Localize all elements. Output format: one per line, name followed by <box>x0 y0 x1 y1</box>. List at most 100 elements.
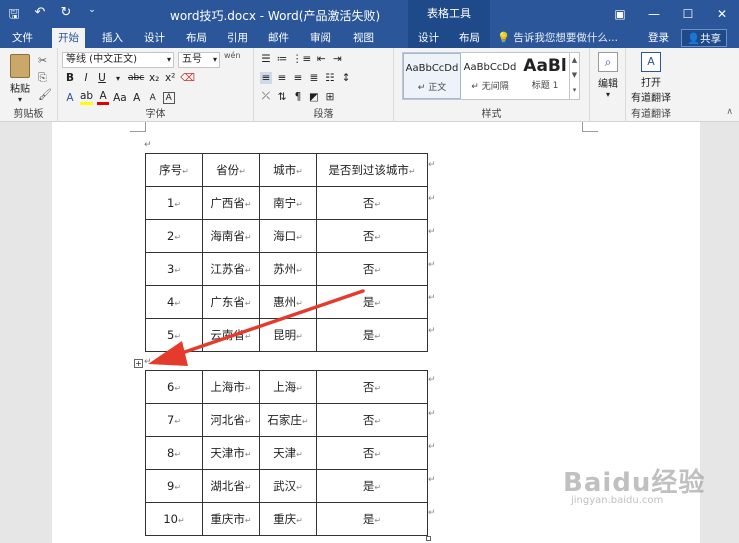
customize-qat-icon[interactable]: ⌄ <box>84 5 100 27</box>
tab-references[interactable]: 引用 <box>221 28 254 48</box>
shading-icon[interactable]: ◩ <box>308 91 320 103</box>
text-effects-button[interactable]: A <box>64 92 76 104</box>
align-center-icon[interactable]: ≡ <box>276 72 288 84</box>
chevron-down-icon: ▾ <box>17 95 22 104</box>
tab-review[interactable]: 审阅 <box>304 28 337 48</box>
more-styles-icon[interactable]: ▾ <box>570 83 579 98</box>
paragraph-group: ☰ ≔ ⋮≡ ⇤ ⇥ ≡ ≡ ≡ ≣ ☷ ↕ ⤫ ⇅ ¶ ◩ ⊞ 段落 <box>254 48 394 122</box>
distribute-icon[interactable]: ☷ <box>324 72 336 84</box>
bullets-icon[interactable]: ☰ <box>260 53 272 65</box>
bold-button[interactable]: B <box>64 72 76 84</box>
font-name-combo[interactable]: 等线 (中文正文) ▾ <box>62 52 174 68</box>
login-link[interactable]: 登录 <box>648 28 669 48</box>
save-icon[interactable]: 🖫 <box>6 5 22 27</box>
close-button[interactable]: ✕ <box>705 0 739 28</box>
search-icon: ⌕ <box>598 52 618 72</box>
font-format-row: B I U ▾ abc x₂ x² ⌫ <box>64 72 195 84</box>
list-row: ☰ ≔ ⋮≡ ⇤ ⇥ <box>260 53 343 65</box>
strikethrough-button[interactable]: abc <box>128 73 144 83</box>
sort-icon[interactable]: ⇅ <box>276 91 288 103</box>
chinese-layout-icon[interactable]: ⤫ <box>260 90 272 103</box>
chevron-down-icon: ▾ <box>212 55 217 64</box>
clear-format-icon[interactable]: ⌫ <box>180 72 195 84</box>
style-no-spacing[interactable]: AaBbCcDd ↵ 无间隔 <box>461 53 519 99</box>
chevron-down-icon: ▾ <box>605 90 610 99</box>
font-color-row: A ab A Aa A A A <box>64 90 175 105</box>
tab-layout[interactable]: 布局 <box>180 28 213 48</box>
chevron-up-icon[interactable]: ▲ <box>570 53 579 68</box>
clipboard-group: 粘贴 ▾ ✂ ⎘ 🖌 剪贴板 <box>0 48 58 122</box>
tab-file[interactable]: 文件 <box>6 28 39 48</box>
paste-button[interactable]: 粘贴 ▾ <box>6 54 34 104</box>
font-color-button[interactable]: A <box>97 90 110 105</box>
table-tools-header: 表格工具 <box>408 0 490 28</box>
person-icon: 👤 <box>687 33 701 45</box>
tab-design[interactable]: 设计 <box>138 28 171 48</box>
font-group-label: 字体 <box>145 109 166 120</box>
subscript-button[interactable]: x₂ <box>148 72 160 84</box>
ribbon: 粘贴 ▾ ✂ ⎘ 🖌 剪贴板 等线 (中文正文) ▾ 五号 ▾ wén B I … <box>0 48 739 122</box>
line-spacing-icon[interactable]: ↕ <box>340 72 352 84</box>
numbering-icon[interactable]: ≔ <box>276 53 288 65</box>
superscript-button[interactable]: x² <box>164 72 176 84</box>
minimize-button[interactable]: — <box>637 0 671 28</box>
tab-home[interactable]: 开始 <box>52 28 85 48</box>
undo-icon[interactable]: ↶ <box>32 5 48 27</box>
editing-group: ⌕ 编辑 ▾ <box>590 48 626 122</box>
chevron-down-icon[interactable]: ▾ <box>112 74 124 83</box>
highlight-button[interactable]: ab <box>80 90 94 105</box>
redo-icon[interactable]: ↻ <box>58 5 74 27</box>
editing-button[interactable]: ⌕ 编辑 ▾ <box>594 52 622 99</box>
maximize-button[interactable]: ☐ <box>671 0 705 28</box>
tab-insert[interactable]: 插入 <box>96 28 129 48</box>
arrow-head <box>148 341 188 366</box>
paste-icon <box>10 54 30 78</box>
translate-group-label: 有道翻译 <box>631 109 671 120</box>
collapse-ribbon-icon[interactable]: ∧ <box>726 107 733 117</box>
window-title: word技巧.docx - Word(产品激活失败) <box>170 9 381 23</box>
copy-icon[interactable]: ⎘ <box>38 69 52 86</box>
change-case-button[interactable]: Aa <box>113 92 127 104</box>
tab-mailings[interactable]: 邮件 <box>262 28 295 48</box>
decrease-indent-icon[interactable]: ⇤ <box>315 53 327 65</box>
tab-table-layout[interactable]: 布局 <box>449 28 490 48</box>
chevron-down-icon[interactable]: ▼ <box>570 68 579 83</box>
ribbon-tabs: 文件 开始 插入 设计 布局 引用 邮件 审阅 视图 设计 布局 💡 告诉我您想… <box>0 28 739 48</box>
paragraph-group-label: 段落 <box>313 109 334 120</box>
chevron-down-icon: ▾ <box>166 55 171 64</box>
styles-scroll[interactable]: ▲ ▼ ▾ <box>569 53 579 99</box>
ribbon-display-icon[interactable]: ▣ <box>603 0 637 28</box>
baidu-watermark: Baidu经验 jingyan.baidu.com <box>563 468 706 506</box>
char-border-icon[interactable]: A <box>162 91 175 104</box>
borders-icon[interactable]: ⊞ <box>324 91 336 103</box>
italic-button[interactable]: I <box>80 72 92 84</box>
format-painter-icon[interactable]: 🖌 <box>38 86 52 103</box>
share-button[interactable]: 👤共享 <box>681 29 728 47</box>
increase-indent-icon[interactable]: ⇥ <box>331 53 343 65</box>
title-bar: 🖫 ↶ ↻ ⌄ word技巧.docx - Word(产品激活失败) 表格工具 … <box>0 0 739 28</box>
font-group: 等线 (中文正文) ▾ 五号 ▾ wén B I U ▾ abc x₂ x² ⌫… <box>58 48 254 122</box>
multilevel-list-icon[interactable]: ⋮≡ <box>292 53 311 65</box>
translate-group: A 打开 有道翻译 有道翻译 <box>626 48 676 122</box>
shrink-font-button[interactable]: A <box>147 93 159 103</box>
tab-table-design[interactable]: 设计 <box>408 28 449 48</box>
align-right-icon[interactable]: ≡ <box>292 72 304 84</box>
show-marks-icon[interactable]: ¶ <box>292 91 304 103</box>
arrow-shaft <box>174 289 365 357</box>
style-normal[interactable]: AaBbCcDd ↵ 正文 <box>403 53 461 99</box>
styles-group: AaBbCcDd ↵ 正文 AaBbCcDd ↵ 无间隔 AaBl 标题 1 ▲… <box>394 48 590 122</box>
grow-font-button[interactable]: A <box>131 92 143 104</box>
tell-me-box[interactable]: 💡 告诉我您想要做什么... <box>497 28 618 48</box>
underline-button[interactable]: U <box>96 72 108 84</box>
justify-icon[interactable]: ≣ <box>308 72 320 84</box>
style-heading-1[interactable]: AaBl 标题 1 <box>519 53 571 99</box>
translate-icon: A <box>641 52 661 72</box>
open-translate-button[interactable]: A 打开 有道翻译 <box>628 52 674 104</box>
cut-icon[interactable]: ✂ <box>38 52 52 69</box>
font-size-combo[interactable]: 五号 ▾ <box>178 52 220 68</box>
styles-group-label: 样式 <box>481 109 502 120</box>
align-left-icon[interactable]: ≡ <box>260 72 272 84</box>
tab-view[interactable]: 视图 <box>347 28 380 48</box>
window-controls: ▣ — ☐ ✕ <box>603 0 739 28</box>
phonetic-guide-icon[interactable]: wén <box>224 51 241 60</box>
